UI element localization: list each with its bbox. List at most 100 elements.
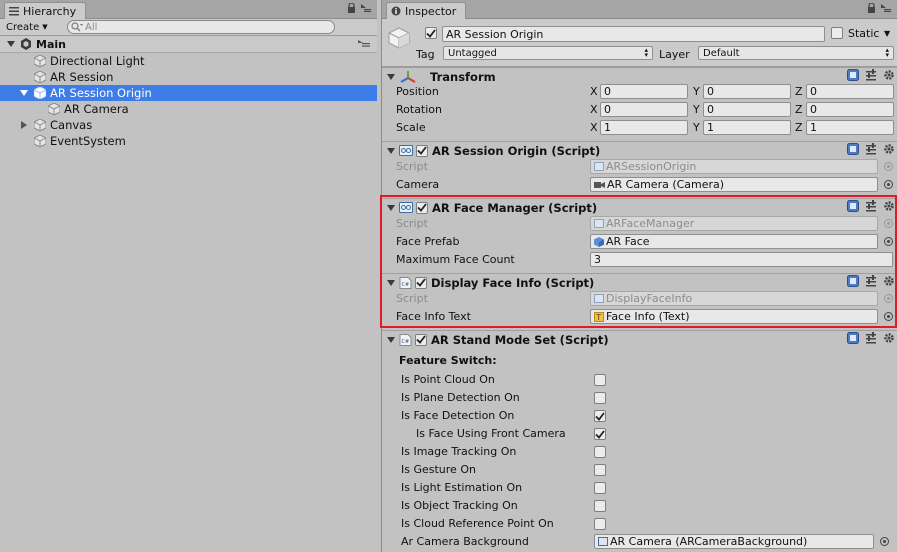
preset-sliders-icon[interactable] xyxy=(865,143,877,155)
gear-icon[interactable] xyxy=(883,200,895,212)
static-dropdown-arrow[interactable]: ▼ xyxy=(884,29,890,38)
light-estimation-checkbox[interactable] xyxy=(594,482,606,494)
gear-icon[interactable] xyxy=(883,143,895,155)
book-help-icon[interactable] xyxy=(847,275,859,287)
face-manager-enabled-checkbox[interactable] xyxy=(416,201,428,214)
display-face-info-enabled-checkbox[interactable] xyxy=(415,276,427,289)
active-checkbox[interactable] xyxy=(425,27,437,39)
svg-text:T: T xyxy=(595,313,601,322)
face-info-text-field[interactable]: T Face Info (Text) xyxy=(590,309,878,324)
expand-arrow-icon[interactable] xyxy=(387,279,395,286)
expand-arrow-icon[interactable] xyxy=(387,147,395,154)
hierarchy-item-eventsystem[interactable]: EventSystem xyxy=(0,133,377,149)
collapsed-arrow-icon[interactable] xyxy=(21,121,27,129)
rotation-x-input[interactable]: 0 xyxy=(600,102,688,117)
stand-mode-enabled-checkbox[interactable] xyxy=(415,333,427,346)
transform-header[interactable]: Transform xyxy=(382,67,897,85)
scale-x-input[interactable]: 1 xyxy=(600,120,688,135)
tab-inspector[interactable]: Inspector xyxy=(386,2,466,19)
gear-icon[interactable] xyxy=(883,275,895,287)
position-y-input[interactable]: 0 xyxy=(703,84,791,99)
gear-icon[interactable] xyxy=(883,69,895,81)
gesture-checkbox[interactable] xyxy=(594,464,606,476)
hierarchy-search-input[interactable]: All xyxy=(67,20,335,34)
plane-detection-checkbox[interactable] xyxy=(594,392,606,404)
expand-arrow-icon[interactable] xyxy=(20,90,28,96)
object-picker-icon[interactable] xyxy=(884,180,893,189)
static-checkbox[interactable] xyxy=(831,27,843,39)
camera-field[interactable]: AR Camera (Camera) xyxy=(590,177,878,192)
face-detection-checkbox[interactable] xyxy=(594,410,606,422)
script-file-icon xyxy=(594,219,604,228)
display-face-info-header[interactable]: C# Display Face Info (Script) xyxy=(382,273,897,291)
create-dropdown[interactable]: Create ▼ xyxy=(6,20,48,34)
object-tracking-checkbox[interactable] xyxy=(594,500,606,512)
object-picker-icon[interactable] xyxy=(884,312,893,321)
panel-menu-icon[interactable] xyxy=(361,4,371,12)
axis-x-label: X xyxy=(590,103,598,116)
display-face-info-title: Display Face Info (Script) xyxy=(431,275,595,290)
expand-arrow-icon[interactable] xyxy=(7,41,15,47)
session-origin-script-field: ARSessionOrigin xyxy=(590,159,878,174)
script-value: ARFaceManager xyxy=(606,217,695,230)
preset-sliders-icon[interactable] xyxy=(865,200,877,212)
hierarchy-panel-buttons xyxy=(347,3,371,13)
object-picker-icon[interactable] xyxy=(880,537,889,546)
prefab-cube-icon xyxy=(594,236,604,247)
book-help-icon[interactable] xyxy=(847,69,859,81)
object-name-input[interactable]: AR Session Origin xyxy=(442,26,825,42)
book-help-icon[interactable] xyxy=(847,332,859,344)
script-label: Script xyxy=(396,292,428,305)
image-tracking-checkbox[interactable] xyxy=(594,446,606,458)
hierarchy-item-label: Canvas xyxy=(50,118,93,132)
tab-hierarchy[interactable]: Hierarchy xyxy=(4,2,86,19)
max-face-count-input[interactable]: 3 xyxy=(590,252,893,267)
preset-sliders-icon[interactable] xyxy=(865,275,877,287)
script-value: ARSessionOrigin xyxy=(606,160,697,173)
stand-mode-header-icons xyxy=(847,332,895,344)
scene-menu-icon[interactable] xyxy=(358,39,370,48)
stand-mode-header[interactable]: C# AR Stand Mode Set (Script) xyxy=(382,330,897,348)
hierarchy-item-ar-session[interactable]: AR Session xyxy=(0,69,377,85)
lock-icon[interactable] xyxy=(347,3,356,13)
session-origin-enabled-checkbox[interactable] xyxy=(416,144,428,157)
ar-camera-background-field[interactable]: AR Camera (ARCameraBackground) xyxy=(594,534,874,549)
hierarchy-tab-label: Hierarchy xyxy=(23,4,77,18)
cloud-reference-checkbox[interactable] xyxy=(594,518,606,530)
layer-value: Default xyxy=(703,47,740,59)
csharp-script-icon: C# xyxy=(399,333,412,346)
panel-menu-icon[interactable] xyxy=(881,4,891,12)
object-picker-icon[interactable] xyxy=(884,237,893,246)
expand-arrow-icon[interactable] xyxy=(387,336,395,343)
preset-sliders-icon[interactable] xyxy=(865,332,877,344)
tag-dropdown[interactable]: Untagged ▴ ▾ xyxy=(443,46,653,60)
object-picker-icon xyxy=(884,294,893,303)
scale-y-input[interactable]: 1 xyxy=(703,120,791,135)
book-help-icon[interactable] xyxy=(847,143,859,155)
rotation-z-input[interactable]: 0 xyxy=(806,102,894,117)
layer-label: Layer xyxy=(659,48,690,61)
lock-icon[interactable] xyxy=(867,3,876,13)
position-x-input[interactable]: 0 xyxy=(600,84,688,99)
session-origin-header[interactable]: AR Session Origin (Script) xyxy=(382,141,897,159)
front-camera-checkbox[interactable] xyxy=(594,428,606,440)
script-value: DisplayFaceInfo xyxy=(606,292,693,305)
hierarchy-item-ar-session-origin[interactable]: AR Session Origin xyxy=(0,85,377,101)
scene-row[interactable]: Main xyxy=(0,36,377,53)
face-prefab-field[interactable]: AR Face xyxy=(590,234,878,249)
expand-arrow-icon[interactable] xyxy=(387,73,395,80)
point-cloud-checkbox[interactable] xyxy=(594,374,606,386)
face-manager-header[interactable]: AR Face Manager (Script) xyxy=(382,198,897,216)
toggle-label: Is Object Tracking On xyxy=(401,499,518,512)
position-z-input[interactable]: 0 xyxy=(806,84,894,99)
scale-z-input[interactable]: 1 xyxy=(806,120,894,135)
hierarchy-item-directional-light[interactable]: Directional Light xyxy=(0,53,377,69)
expand-arrow-icon[interactable] xyxy=(387,204,395,211)
book-help-icon[interactable] xyxy=(847,200,859,212)
hierarchy-item-ar-camera[interactable]: AR Camera xyxy=(0,101,377,117)
layer-dropdown[interactable]: Default ▴ ▾ xyxy=(698,46,894,60)
rotation-y-input[interactable]: 0 xyxy=(703,102,791,117)
hierarchy-item-canvas[interactable]: Canvas xyxy=(0,117,377,133)
preset-sliders-icon[interactable] xyxy=(865,69,877,81)
gear-icon[interactable] xyxy=(883,332,895,344)
